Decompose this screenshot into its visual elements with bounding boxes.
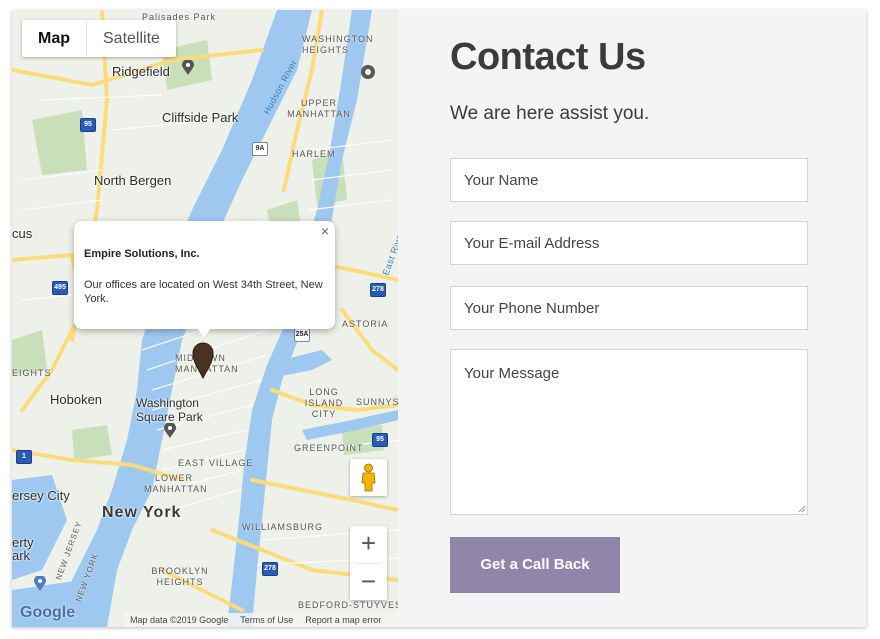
route-shield: 278 [370,283,386,297]
map-data-credit: Map data ©2019 Google [130,615,229,625]
map-label-washington-square-park: Washington Square Park [136,396,203,424]
map-label-secaucus: cus [12,226,33,241]
report-map-error-link[interactable]: Report a map error [305,613,381,627]
info-window-title: Empire Solutions, Inc. [84,248,200,260]
park-pin-icon[interactable] [164,423,176,439]
map-label-cliffside-park: Cliffside Park [162,110,239,125]
contact-form-panel: Contact Us We are here assist you. Your … [398,10,866,627]
route-shield: 25A [294,328,310,342]
zoom-control: + − [350,526,387,600]
place-marker-icon[interactable] [360,64,376,80]
name-placeholder: Your Name [464,172,539,189]
resize-grip-icon[interactable] [798,505,806,513]
map-label-lower-manhattan: LOWER MANHATTAN [144,473,208,494]
google-logo[interactable]: Google [20,604,75,622]
map-label-astoria: ASTORIA [342,319,389,329]
map-label-sunnyside: SUNNYS [356,397,398,407]
map-label-brooklyn-heights: BROOKLYN HEIGHTS [151,566,209,587]
route-shield: 495 [52,281,68,295]
name-field[interactable]: Your Name [450,158,808,202]
map-label-hoboken: Hoboken [50,392,103,407]
map-label-jersey-city: ersey City [12,488,70,503]
map-type-map-button[interactable]: Map [22,20,87,57]
map-label-long-island-city: LONG ISLAND CITY [304,387,344,419]
map-attribution: Map data ©2019 Google Terms of Use Repor… [124,613,398,627]
terms-of-use-link[interactable]: Terms of Use [240,613,293,627]
phone-placeholder: Your Phone Number [464,300,600,317]
close-icon[interactable]: × [321,223,329,239]
map-label-north-bergen: North Bergen [94,173,172,188]
map-type-satellite-button[interactable]: Satellite [87,20,176,57]
map-info-window: × Empire Solutions, Inc. Our offices are… [74,221,335,337]
route-shield: 1 [16,450,32,464]
route-shield: 9A [252,142,268,156]
info-window-tail [196,327,212,337]
route-shield: 278 [262,562,278,576]
street-view-pegman-button[interactable] [350,459,387,496]
map-label-upper-manhattan: UPPER MANHATTAN [287,98,351,119]
phone-field[interactable]: Your Phone Number [450,286,808,330]
map-label-greenpoint: GREENPOINT [294,443,364,453]
email-field[interactable]: Your E-mail Address [450,221,808,265]
map-label-washington-heights: WASHINGTON HEIGHTS [302,34,374,55]
location-pin-icon[interactable] [192,341,214,379]
zoom-out-button[interactable]: − [350,564,387,601]
message-placeholder: Your Message [464,365,560,382]
map-label-bedford-stuyvesant: BEDFORD-STUYVESANT [298,600,398,610]
get-call-back-button[interactable]: Get a Call Back [450,537,620,593]
map-label-williamsburg: WILLIAMSBURG [242,522,324,532]
page-subtitle: We are here assist you. [450,103,650,124]
place-pin-icon[interactable] [182,60,194,76]
map-label-new-york: New York [102,504,182,521]
info-window-body: Our offices are located on West 34th Str… [84,279,323,305]
email-placeholder: Your E-mail Address [464,235,600,252]
zoom-in-button[interactable]: + [350,526,387,563]
route-shield: 95 [80,118,96,132]
pegman-icon [361,463,376,492]
page-title: Contact Us [450,36,646,78]
map-label-heights: EIGHTS [12,368,52,378]
map-label-east-village: EAST VILLAGE [178,458,254,468]
map-label-park: ark [12,548,31,563]
liberty-pin-icon[interactable] [34,576,46,592]
map-label-ridgefield: Ridgefield [112,64,170,79]
route-shield: 95 [372,433,388,447]
map-label-harlem: HARLEM [292,149,336,159]
contact-card: Palisades Park WASHINGTON HEIGHTS Ridgef… [12,10,866,627]
map-panel[interactable]: Palisades Park WASHINGTON HEIGHTS Ridgef… [12,10,398,627]
message-field[interactable]: Your Message [450,349,808,515]
map-type-control: Map Satellite [22,20,176,57]
